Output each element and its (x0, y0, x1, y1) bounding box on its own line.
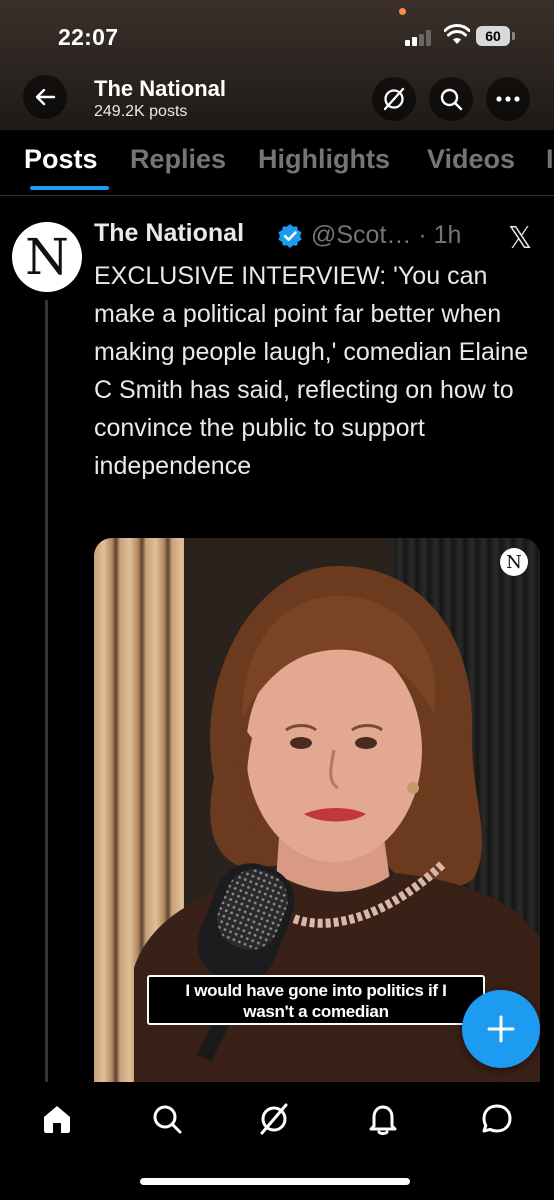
profile-header: 22:07 60 The National 249.2K posts (0, 0, 554, 130)
grok-icon[interactable] (257, 1102, 291, 1136)
active-tab-indicator (30, 186, 109, 190)
x-logo-icon[interactable]: 𝕏 (508, 221, 532, 256)
tab-highlights[interactable]: Highlights (258, 144, 390, 175)
post-header: The National @Scot… · 1h 𝕏 (94, 219, 544, 256)
notifications-icon[interactable] (366, 1102, 400, 1136)
post-text: EXCLUSIVE INTERVIEW: 'You can make a pol… (94, 262, 529, 480)
tab-videos[interactable]: Videos (427, 144, 515, 175)
more-button[interactable] (486, 77, 530, 121)
more-icon (496, 96, 520, 102)
profile-name: The National (94, 76, 227, 101)
thread-line (45, 300, 48, 1082)
compose-button[interactable] (462, 990, 540, 1068)
tab-replies[interactable]: Replies (130, 144, 226, 175)
profile-tabs: Posts Replies Highlights Videos I (0, 130, 554, 196)
recording-indicator (399, 8, 406, 15)
grok-button[interactable] (372, 77, 416, 121)
caption-line-2: wasn't a comedian (243, 1002, 389, 1021)
post-count: 249.2K posts (94, 103, 188, 120)
status-bar: 22:07 60 (0, 0, 554, 70)
verified-badge-icon (278, 224, 302, 248)
app-screen: 22:07 60 The National 249.2K posts Posts… (0, 0, 554, 1200)
caption-line-1: I would have gone into politics if I (185, 981, 447, 1000)
home-indicator (140, 1178, 410, 1185)
post-handle-time: @Scot… · 1h (311, 221, 462, 249)
status-time: 22:07 (58, 24, 119, 50)
post-author-name[interactable]: The National (94, 219, 244, 248)
back-arrow-icon (35, 88, 56, 106)
battery-indicator: 60 (476, 26, 515, 46)
cellular-signal-icon (405, 30, 433, 46)
tab-more[interactable]: I (546, 144, 554, 175)
video-caption: I would have gone into politics if I was… (147, 975, 485, 1025)
back-button[interactable] (23, 75, 67, 119)
avatar-letter: N (25, 228, 69, 286)
wifi-icon (444, 24, 470, 44)
avatar[interactable]: N (12, 222, 82, 292)
search-button[interactable] (429, 77, 473, 121)
home-icon[interactable] (40, 1102, 74, 1136)
plus-icon (487, 1015, 515, 1043)
publisher-badge: N (500, 548, 528, 576)
grok-icon (383, 87, 405, 111)
tab-posts[interactable]: Posts (24, 144, 98, 175)
messages-icon[interactable] (480, 1102, 514, 1136)
search-icon[interactable] (150, 1102, 184, 1136)
search-icon (440, 88, 463, 111)
